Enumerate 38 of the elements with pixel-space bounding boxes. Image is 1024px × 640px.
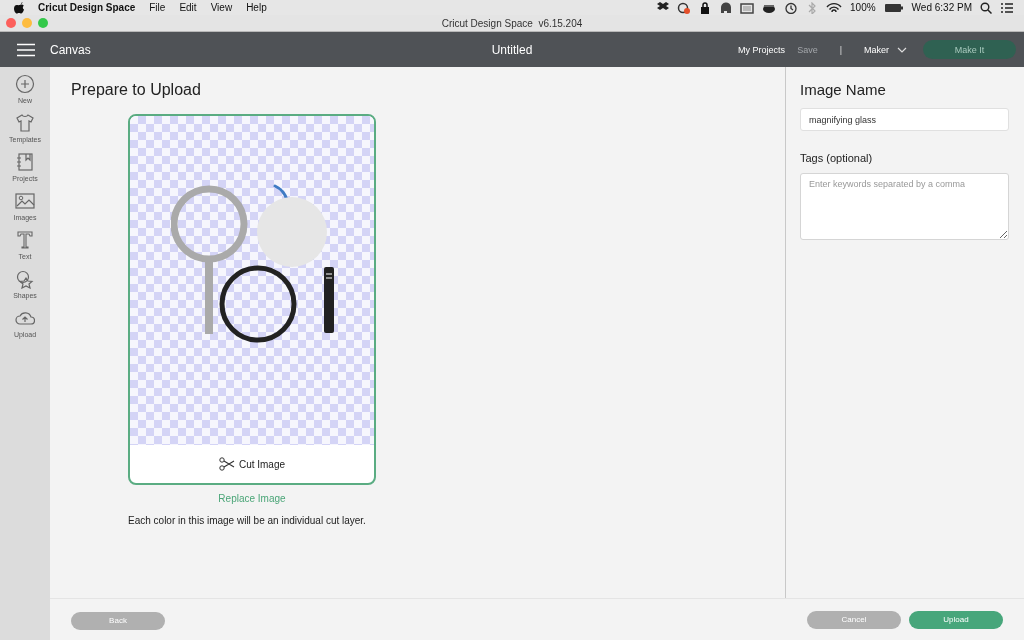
machine-dropdown[interactable]: Maker <box>864 44 907 55</box>
image-name-field[interactable]: magnifying glass <box>800 108 1009 131</box>
scissors-icon <box>218 457 235 471</box>
cut-image-label: Cut Image <box>238 458 286 470</box>
page-title: Prepare to Upload <box>71 81 202 99</box>
document-title: Untitled <box>491 42 533 57</box>
clock-icon[interactable] <box>784 1 798 14</box>
notebook-icon <box>15 152 35 172</box>
window-icon[interactable] <box>740 1 754 14</box>
menu-icon[interactable] <box>17 42 35 57</box>
battery-percent: 100% <box>850 2 876 13</box>
plus-circle-icon <box>15 74 35 94</box>
section-title: Canvas <box>50 42 91 57</box>
header-link[interactable]: My Projects <box>738 44 786 55</box>
shapes-icon <box>15 269 35 289</box>
t-shirt-icon <box>15 113 35 133</box>
picture-icon <box>15 191 35 211</box>
menu-item[interactable]: Help <box>246 2 267 13</box>
lock-icon[interactable] <box>699 1 711 14</box>
apple-logo-icon[interactable] <box>14 1 24 14</box>
window-title: Cricut Design Space v6.15.204 <box>441 17 583 29</box>
battery-icon[interactable] <box>883 1 904 14</box>
app-menu[interactable]: Cricut Design Space <box>38 2 136 13</box>
letter-t-icon <box>15 230 35 250</box>
search-icon[interactable] <box>980 1 992 14</box>
menu-item[interactable]: File <box>149 2 166 13</box>
wifi-icon[interactable] <box>826 1 842 14</box>
sync-icon[interactable] <box>677 1 691 14</box>
chevron-down-icon <box>897 46 907 53</box>
menu-item[interactable]: View <box>210 2 233 13</box>
menu-bar-clock[interactable]: Wed 6:32 PM <box>911 2 972 13</box>
field-label: Image Name <box>800 81 887 98</box>
menu-item[interactable]: Edit <box>179 2 197 13</box>
info-text: Each color in this image will be an individual cut layer. <box>128 514 367 528</box>
field-label: Tags (optional) <box>800 152 874 164</box>
list-icon[interactable] <box>1000 1 1014 14</box>
separator: | <box>839 44 842 55</box>
tags-field[interactable]: Enter keywords separated by a comma <box>800 173 1009 240</box>
